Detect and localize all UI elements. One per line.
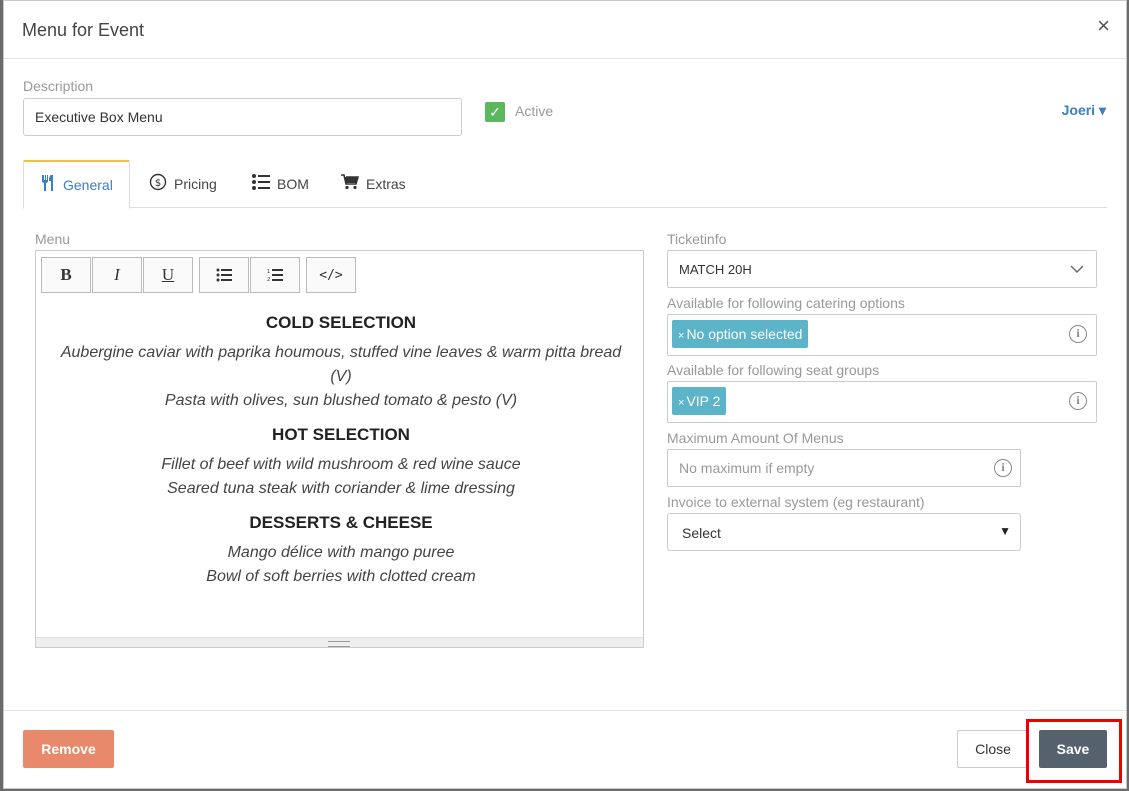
info-icon[interactable]: i (1069, 392, 1087, 410)
menu-section: HOT SELECTION Fillet of beef with wild m… (56, 425, 626, 501)
seatgroup-tag-label: VIP 2 (686, 393, 721, 409)
list-icon (252, 174, 270, 194)
tab-label: BOM (277, 176, 309, 192)
svg-text:2: 2 (267, 277, 270, 282)
italic-button[interactable]: I (92, 257, 142, 293)
bullet-list-icon (216, 268, 232, 282)
ticketinfo-label: Ticketinfo (667, 231, 727, 247)
info-icon[interactable]: i (1069, 325, 1087, 343)
dollar-circle-icon: $ (149, 173, 167, 195)
description-input[interactable] (23, 98, 462, 136)
user-name: Joeri (1061, 102, 1096, 118)
menu-content[interactable]: COLD SELECTION Aubergine caviar with pap… (56, 313, 626, 601)
catering-label: Available for following catering options (667, 295, 905, 311)
svg-text:1: 1 (267, 269, 270, 275)
invoice-label: Invoice to external system (eg restauran… (667, 494, 925, 510)
svg-text:$: $ (155, 178, 161, 189)
numbered-list-icon: 12 (267, 269, 283, 282)
max-menus-input[interactable]: No maximum if empty i (667, 449, 1021, 487)
tab-label: Pricing (174, 176, 217, 192)
invoice-value: Select (682, 525, 721, 541)
active-checkbox[interactable]: ✓ (485, 102, 505, 122)
close-button[interactable]: Close (957, 730, 1029, 768)
cart-icon (341, 174, 360, 194)
underline-button[interactable]: U (143, 257, 193, 293)
modal-header: Menu for Event × (4, 1, 1126, 59)
tab-extras[interactable]: Extras (325, 160, 422, 208)
modal-title: Menu for Event (22, 20, 145, 40)
seatgroups-multiselect[interactable]: × VIP 2 i (667, 381, 1097, 423)
code-view-button[interactable]: </> (306, 257, 356, 293)
menu-editor[interactable]: B I U 12 </> COLD SELECTION Aubergine ca… (35, 250, 644, 648)
modal-footer: Remove Close Save (4, 710, 1126, 790)
close-icon[interactable]: × (1097, 15, 1110, 37)
tab-pricing[interactable]: $ Pricing (133, 160, 233, 208)
caret-down-icon: ▾ (1098, 102, 1106, 118)
description-label: Description (23, 78, 94, 94)
section-heading: DESSERTS & CHEESE (249, 513, 433, 532)
catering-tag-label: No option selected (686, 326, 803, 342)
catering-tag[interactable]: × No option selected (672, 320, 809, 348)
menu-line: Pasta with olives, sun blushed tomato & … (164, 392, 518, 409)
numbered-list-button[interactable]: 12 (250, 257, 300, 293)
remove-tag-icon[interactable]: × (678, 330, 684, 342)
seatgroup-tag[interactable]: × VIP 2 (672, 387, 727, 415)
tab-label: General (63, 177, 113, 193)
ticketinfo-select[interactable]: MATCH 20H (667, 250, 1097, 288)
tab-general[interactable]: General (23, 160, 130, 209)
invoice-select[interactable]: Select ▼ (667, 513, 1021, 551)
section-heading: COLD SELECTION (265, 313, 417, 332)
caret-down-icon: ▼ (999, 524, 1011, 538)
info-icon[interactable]: i (994, 459, 1012, 477)
bullet-list-button[interactable] (199, 257, 249, 293)
menu-line: Aubergine caviar with paprika houmous, s… (60, 344, 622, 385)
menu-line: Bowl of soft berries with clotted cream (206, 568, 476, 585)
max-menus-label: Maximum Amount Of Menus (667, 430, 844, 446)
ticketinfo-value: MATCH 20H (679, 262, 752, 277)
bold-button[interactable]: B (41, 257, 91, 293)
tab-bar: General $ Pricing BOM Extras (23, 160, 1107, 209)
seatgroups-label: Available for following seat groups (667, 362, 880, 378)
editor-resize-handle[interactable] (36, 637, 643, 647)
menu-line: Seared tuna steak with coriander & lime … (167, 480, 515, 497)
catering-multiselect[interactable]: × No option selected i (667, 314, 1097, 356)
active-label: Active (515, 103, 554, 119)
menu-line: Fillet of beef with wild mushroom & red … (161, 456, 521, 473)
menu-modal: Menu for Event × Description ✓ Active Jo… (3, 0, 1127, 789)
remove-button[interactable]: Remove (23, 730, 114, 768)
remove-tag-icon[interactable]: × (678, 397, 684, 409)
menu-line: Mango délice with mango puree (227, 544, 455, 561)
section-heading: HOT SELECTION (272, 425, 410, 444)
max-menus-placeholder: No maximum if empty (679, 460, 815, 476)
menu-label: Menu (35, 231, 71, 247)
tab-bom[interactable]: BOM (236, 160, 325, 208)
menu-section: COLD SELECTION Aubergine caviar with pap… (56, 313, 626, 413)
save-highlight-box (1026, 719, 1122, 783)
chevron-down-icon (1070, 259, 1084, 282)
tab-label: Extras (366, 176, 406, 192)
cutlery-icon (40, 174, 56, 196)
menu-section: DESSERTS & CHEESE Mango délice with mang… (56, 513, 626, 589)
user-menu[interactable]: Joeri ▾ (1062, 102, 1106, 119)
editor-toolbar: B I U 12 </> (41, 257, 356, 293)
